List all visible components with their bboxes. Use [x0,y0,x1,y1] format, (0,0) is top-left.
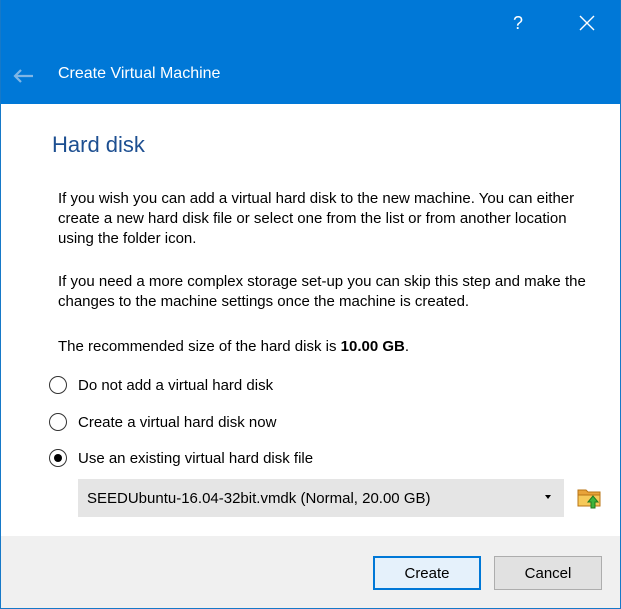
folder-open-icon [577,489,601,509]
close-button[interactable] [564,0,610,46]
option-label: Create a virtual hard disk now [78,413,277,431]
create-vm-dialog: ? Create Virtual Machine Hard disk If yo… [0,0,621,609]
help-button[interactable]: ? [495,0,541,46]
option-label: Use an existing virtual hard disk file [78,449,314,467]
existing-disk-select[interactable]: SEEDUbuntu-16.04-32bit.vmdk (Normal, 20.… [78,479,564,517]
option-no-disk[interactable]: Do not add a virtual hard disk [49,374,273,396]
recommended-size-text: The recommended size of the hard disk is… [58,337,603,357]
intro-paragraph: If you wish you can add a virtual hard d… [58,190,575,247]
radio-create-disk[interactable] [49,413,67,431]
radio-existing-disk[interactable] [49,449,67,467]
back-arrow-icon [13,69,33,83]
button-bar: Create Cancel [1,536,620,608]
page-title: Hard disk [52,132,145,157]
window-title: Create Virtual Machine [58,65,221,82]
recommended-size-value: 10.00 GB [340,338,405,355]
option-label: Do not add a virtual hard disk [78,376,274,394]
recommended-size-prefix: The recommended size of the hard disk is [58,338,341,355]
help-icon: ? [512,12,523,33]
create-button[interactable]: Create [373,556,481,590]
storage-paragraph: If you need a more complex storage set-u… [58,273,586,310]
recommended-size-suffix: . [404,338,410,355]
selected-disk-value: SEEDUbuntu-16.04-32bit.vmdk (Normal, 20.… [87,489,431,507]
radio-no-disk[interactable] [49,376,67,394]
close-icon [579,15,595,31]
chevron-down-icon [545,495,551,499]
title-bar: ? Create Virtual Machine [1,0,620,104]
option-create-disk[interactable]: Create a virtual hard disk now [49,411,276,433]
wizard-page: Hard disk If you wish you can add a virt… [1,104,620,536]
choose-disk-file-button[interactable] [576,484,604,512]
option-existing-disk[interactable]: Use an existing virtual hard disk file [49,447,313,469]
back-button[interactable] [9,62,37,90]
cancel-button[interactable]: Cancel [494,556,602,590]
